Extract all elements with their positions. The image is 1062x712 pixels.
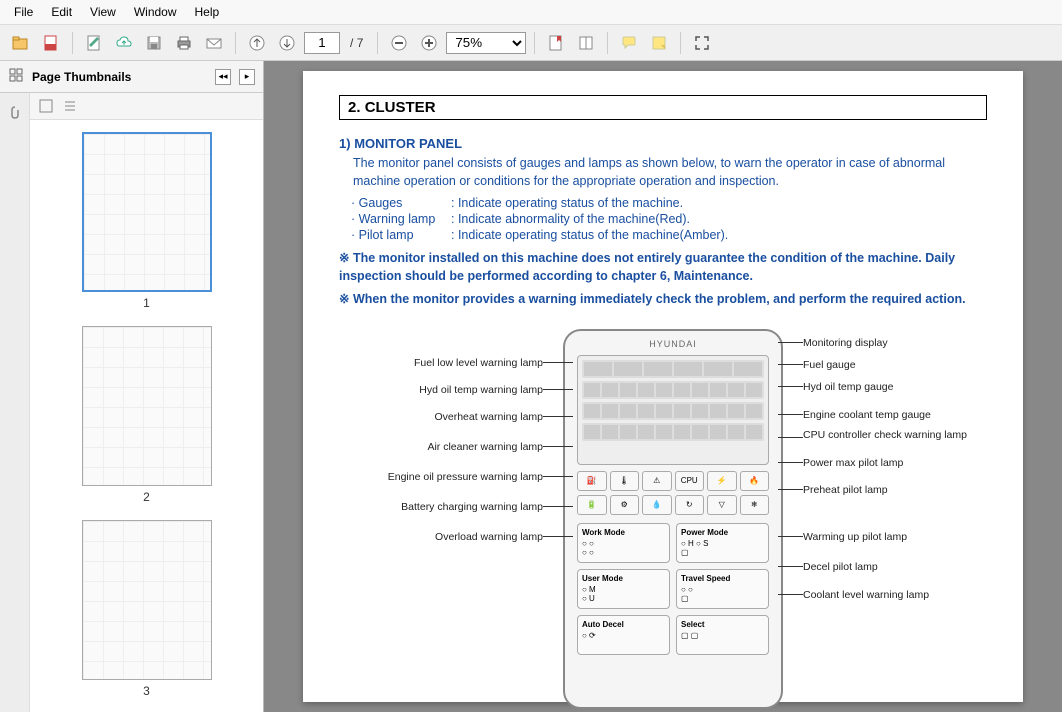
thumbnail-page-3[interactable] bbox=[82, 520, 212, 680]
callout-label: Decel pilot lamp bbox=[803, 561, 878, 573]
callout-label: Power max pilot lamp bbox=[803, 457, 903, 469]
thumb-list-icon[interactable] bbox=[60, 96, 80, 116]
thumbnail-label: 2 bbox=[42, 490, 251, 504]
save-button[interactable] bbox=[141, 30, 167, 56]
sidebar-collapse-right-button[interactable]: ▸ bbox=[239, 69, 255, 85]
toolbar: / 7 75% bbox=[0, 25, 1062, 61]
thumbnail-page-1[interactable] bbox=[82, 132, 212, 292]
callout-label: Overheat warning lamp bbox=[373, 411, 543, 423]
callout-label: Hyd oil temp warning lamp bbox=[373, 384, 543, 396]
zoom-select[interactable]: 75% bbox=[446, 32, 526, 54]
page-count-label: / 7 bbox=[350, 36, 363, 50]
fullscreen-button[interactable] bbox=[689, 30, 715, 56]
menu-edit[interactable]: Edit bbox=[43, 3, 80, 21]
sidebar-title: Page Thumbnails bbox=[32, 70, 207, 84]
callout-label: Air cleaner warning lamp bbox=[373, 441, 543, 453]
menu-view[interactable]: View bbox=[82, 3, 124, 21]
thumbnail-list[interactable]: 1 2 3 bbox=[30, 120, 263, 712]
callout-label: Battery charging warning lamp bbox=[373, 501, 543, 513]
sticky-note-button[interactable] bbox=[646, 30, 672, 56]
create-pdf-button[interactable] bbox=[38, 30, 64, 56]
thumbnail-label: 3 bbox=[42, 684, 251, 698]
prev-page-button[interactable] bbox=[244, 30, 270, 56]
cloud-upload-button[interactable] bbox=[111, 30, 137, 56]
page-display-button[interactable] bbox=[573, 30, 599, 56]
menu-file[interactable]: File bbox=[6, 3, 41, 21]
section-title: 2. CLUSTER bbox=[339, 95, 987, 120]
callout-label: Fuel gauge bbox=[803, 359, 856, 371]
email-button[interactable] bbox=[201, 30, 227, 56]
callout-label: Preheat pilot lamp bbox=[803, 484, 888, 496]
thumb-options-icon[interactable] bbox=[36, 96, 56, 116]
device-brand: HYUNDAI bbox=[565, 339, 781, 349]
intro-text: The monitor panel consists of gauges and… bbox=[353, 155, 987, 190]
callout-label: Fuel low level warning lamp bbox=[373, 357, 543, 369]
document-view[interactable]: 2. CLUSTER 1) MONITOR PANEL The monitor … bbox=[264, 61, 1062, 712]
callout-label: Warming up pilot lamp bbox=[803, 531, 907, 543]
edit-pdf-button[interactable] bbox=[81, 30, 107, 56]
callout-label: Hyd oil temp gauge bbox=[803, 381, 893, 393]
open-file-button[interactable] bbox=[8, 30, 34, 56]
menu-help[interactable]: Help bbox=[187, 3, 228, 21]
zoom-in-button[interactable] bbox=[416, 30, 442, 56]
callout-label: CPU controller check warning lamp bbox=[803, 429, 967, 441]
callout-label: Overload warning lamp bbox=[373, 531, 543, 543]
callout-label: Coolant level warning lamp bbox=[803, 589, 929, 601]
thumbnail-page-2[interactable] bbox=[82, 326, 212, 486]
pdf-page: 2. CLUSTER 1) MONITOR PANEL The monitor … bbox=[303, 71, 1023, 702]
sidebar: Page Thumbnails ◂◂ ▸ 1 2 3 bbox=[0, 61, 264, 712]
menu-bar: File Edit View Window Help bbox=[0, 0, 1062, 25]
note-text: ※ The monitor installed on this machine … bbox=[339, 250, 987, 285]
definition-list: · Gauges: Indicate operating status of t… bbox=[351, 196, 987, 242]
callout-label: Engine coolant temp gauge bbox=[803, 409, 931, 421]
comment-button[interactable] bbox=[616, 30, 642, 56]
menu-window[interactable]: Window bbox=[126, 3, 185, 21]
thumbnail-label: 1 bbox=[42, 296, 251, 310]
thumbnails-icon bbox=[8, 67, 24, 86]
page-number-input[interactable] bbox=[304, 32, 340, 54]
sidebar-collapse-left-button[interactable]: ◂◂ bbox=[215, 69, 231, 85]
monitor-panel-diagram: HYUNDAI ⛽🌡⚠CPU⚡🔥 🔋⚙💧↻▽❄ Work Mode○ ○○ ○ … bbox=[383, 329, 943, 712]
subsection-head: 1) MONITOR PANEL bbox=[339, 136, 987, 151]
note-text: ※ When the monitor provides a warning im… bbox=[339, 291, 987, 309]
bookmark-button[interactable] bbox=[543, 30, 569, 56]
callout-label: Monitoring display bbox=[803, 337, 888, 349]
print-button[interactable] bbox=[171, 30, 197, 56]
next-page-button[interactable] bbox=[274, 30, 300, 56]
callout-label: Engine oil pressure warning lamp bbox=[373, 471, 543, 483]
attachments-icon[interactable] bbox=[2, 99, 28, 125]
zoom-out-button[interactable] bbox=[386, 30, 412, 56]
